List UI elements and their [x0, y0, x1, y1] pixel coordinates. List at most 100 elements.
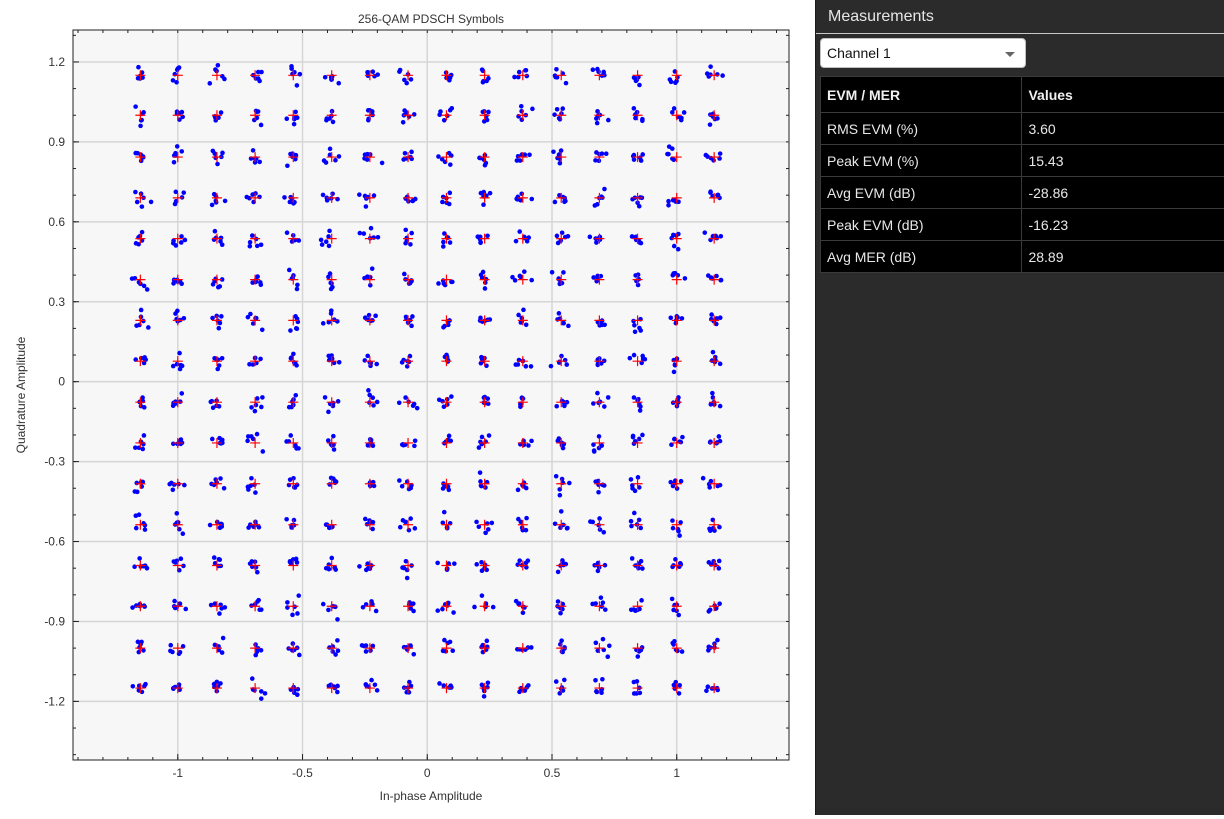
measurements-panel: Measurements Channel 1 EVM / MER Values …: [815, 0, 1224, 815]
x-tick-label: 1: [673, 766, 680, 780]
y-tick-label: 0.6: [48, 215, 65, 229]
symbol-point: [247, 243, 253, 249]
symbol-point: [708, 189, 713, 194]
symbol-point: [640, 356, 646, 362]
symbol-point: [372, 73, 377, 79]
symbol-point: [637, 408, 643, 413]
symbol-point: [681, 110, 687, 115]
symbol-point: [296, 593, 302, 598]
symbol-point: [181, 190, 187, 195]
symbol-point: [513, 238, 519, 244]
symbol-point: [484, 117, 490, 123]
symbol-point: [523, 364, 529, 369]
symbol-point: [559, 230, 565, 236]
symbol-point: [221, 486, 227, 491]
symbol-point: [373, 313, 378, 319]
symbol-point: [485, 527, 491, 532]
symbol-point: [373, 608, 379, 614]
symbol-point: [670, 483, 676, 489]
constellation-plot[interactable]: 256-QAM PDSCH Symbols -1 -0.5 0 0.5 1 -1.2 -0.…: [0, 0, 815, 819]
symbol-point: [562, 357, 568, 363]
symbol-point: [412, 443, 417, 449]
symbol-point: [529, 277, 535, 283]
symbol-point: [258, 122, 264, 128]
symbol-point: [363, 204, 369, 209]
symbol-point: [249, 405, 254, 410]
y-tick-label: 0.9: [48, 135, 65, 149]
symbol-point: [519, 315, 525, 321]
symbol-point: [220, 150, 225, 156]
symbol-point: [523, 322, 529, 328]
symbol-point: [411, 652, 417, 657]
symbol-point: [179, 149, 185, 154]
chevron-down-icon[interactable]: [1005, 52, 1015, 57]
symbol-point: [675, 246, 681, 252]
symbol-point: [557, 492, 563, 498]
symbol-point: [207, 522, 213, 528]
symbol-point: [669, 146, 675, 151]
symbol-point: [440, 606, 445, 612]
symbol-point: [363, 643, 369, 648]
symbol-point: [526, 443, 531, 448]
symbol-point: [335, 617, 340, 622]
symbol-point: [211, 191, 217, 197]
symbol-point: [562, 677, 567, 683]
symbol-point: [291, 351, 296, 357]
symbol-point: [403, 227, 409, 233]
symbol-point: [676, 691, 682, 696]
symbol-point: [707, 607, 713, 613]
symbol-point: [258, 689, 264, 694]
symbol-point: [293, 392, 299, 398]
symbol-point: [173, 560, 178, 565]
symbol-point: [479, 559, 484, 565]
x-tick-label: -1: [172, 766, 183, 780]
y-tick-label: -0.3: [44, 455, 65, 469]
symbol-point: [716, 434, 722, 439]
symbol-point: [631, 106, 637, 111]
x-axis-label: In-phase Amplitude: [380, 789, 483, 803]
symbol-point: [207, 81, 213, 86]
symbol-point: [485, 680, 491, 686]
symbol-point: [593, 640, 599, 646]
symbol-point: [332, 480, 338, 486]
symbol-point: [294, 115, 300, 120]
symbol-point: [446, 433, 452, 439]
symbol-point: [716, 566, 722, 571]
symbol-point: [170, 649, 175, 655]
symbol-point: [288, 433, 294, 438]
symbol-point: [218, 476, 223, 481]
symbol-point: [210, 315, 215, 321]
symbol-point: [363, 567, 369, 573]
symbol-point: [548, 363, 554, 369]
symbol-point: [320, 601, 326, 607]
symbol-point: [554, 67, 559, 72]
symbol-point: [244, 194, 250, 200]
symbol-point: [482, 286, 488, 291]
symbol-point: [682, 276, 688, 281]
symbol-point: [480, 79, 486, 85]
symbol-point: [368, 225, 374, 231]
symbol-point: [410, 314, 415, 319]
symbol-point: [140, 318, 146, 324]
metric-value: 28.89: [1021, 240, 1224, 273]
symbol-point: [322, 395, 328, 400]
symbol-point: [700, 475, 706, 481]
symbol-point: [486, 109, 491, 115]
symbol-point: [180, 531, 186, 537]
symbol-point: [133, 189, 138, 195]
table-row: Avg MER (dB) 28.89: [819, 240, 1224, 273]
symbol-point: [361, 231, 367, 236]
symbol-point: [437, 112, 442, 117]
symbol-point: [247, 239, 253, 245]
symbol-point: [595, 390, 600, 396]
symbol-point: [603, 607, 608, 612]
symbol-point: [362, 516, 368, 522]
symbol-point: [141, 648, 146, 653]
symbol-point: [636, 565, 641, 571]
symbol-point: [133, 525, 139, 531]
channel-dropdown[interactable]: Channel 1: [820, 38, 1026, 68]
symbol-point: [549, 269, 555, 275]
symbol-point: [132, 489, 138, 494]
symbol-point: [555, 569, 561, 575]
symbol-point: [329, 555, 335, 561]
